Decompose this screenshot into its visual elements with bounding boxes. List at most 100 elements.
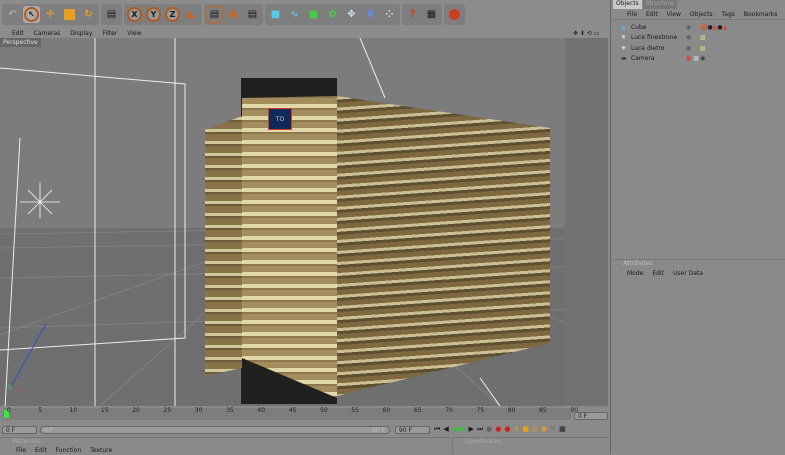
menu-objects[interactable]: Objects [690,11,713,18]
render-picture-viewer-icon[interactable]: ▣ [225,6,242,23]
timeline-tick-label: 5 [38,407,43,414]
light-tag-icon: ▩ [700,34,706,42]
svg-text:X: X [18,388,22,395]
target-marker[interactable]: TO [268,108,292,130]
playback-controls: ⏮ ◀ ◀ ▶ ▶ ⏭ ● ● ● ✛ ■ ◎ ◉ ⁙ ▦ [434,425,566,434]
timeline-tick-label: 15 [100,407,109,414]
cube-icon: ▲ [621,23,626,31]
render-view-icon[interactable]: ▤ [206,6,223,23]
spline-icon[interactable]: ∿ [286,6,303,23]
scale-icon[interactable] [61,6,78,23]
key-position-icon[interactable]: ✛ [514,425,520,434]
viewport-nav-icons[interactable]: ✥ ⬇ ⟲ ▭ [573,30,599,37]
viewport-menu: Edit Cameras Display Filter View ✥ ⬇ ⟲ ▭ [0,29,610,38]
timeline-tick-label: 60 [382,407,391,414]
play-forward-icon[interactable]: ▶ [460,425,465,434]
coordinates-title: Coordinates [452,437,610,454]
layout-icon[interactable]: ▦ [423,6,440,23]
key-rotation-icon[interactable]: ◎ [532,425,538,434]
timeline-tick-label: 65 [413,407,422,414]
viewport-label: Perspective [0,38,41,47]
cinema-logo-icon[interactable] [446,6,463,23]
timeline-tick-label: 30 [194,407,203,414]
materials-title: Materials [12,438,40,445]
autokey-icon[interactable]: ● [504,425,510,434]
recent-objects-icon[interactable]: ▤ [103,6,120,23]
help-icon[interactable]: ? [404,6,421,23]
menu-filter[interactable]: Filter [102,30,117,37]
object-row-cube[interactable]: ▲ Cube ● ⁝ 🟫●▲●▲ [621,22,785,33]
live-selection-icon[interactable]: ↖ [23,6,40,23]
menu-edit[interactable]: Edit [12,30,24,37]
menu-edit[interactable]: Edit [35,447,47,454]
nurbs-icon[interactable]: ■ [305,6,322,23]
menu-file[interactable]: File [627,11,637,18]
menu-cameras[interactable]: Cameras [34,30,61,37]
menu-user-data[interactable]: User Data [673,270,703,277]
range-slider[interactable]: 0 F 90 F [40,426,390,434]
object-list: ▲ Cube ● ⁝ 🟫●▲●▲ ✳ Luce finestrone ● ✓ ▩ ✳ Luce… [611,20,785,64]
light-icon: ✳ [621,34,627,42]
tab-structure[interactable]: Structure [642,0,677,9]
menu-display[interactable]: Display [70,30,92,37]
menu-mode[interactable]: Mode [627,270,643,277]
menu-texture[interactable]: Texture [90,447,112,454]
render-settings-icon[interactable]: ▤ [244,6,261,23]
record-icon[interactable]: ● [495,425,501,434]
array-icon[interactable]: ✿ [324,6,341,23]
next-frame-icon[interactable]: ▶ [468,425,473,434]
y-axis-icon[interactable]: Y [145,6,162,23]
svg-text:Y: Y [7,384,13,392]
attributes-title: Attributes [623,260,653,267]
timeline: 0 5 10 15 20 25 30 35 40 45 50 55 60 65 70 75 80 85 90 0 F… [0,406,610,454]
move-icon[interactable]: ✛ [42,6,59,23]
current-frame-field[interactable]: 0 F [574,412,608,420]
key-param-icon[interactable]: ◉ [541,425,547,434]
timeline-tick-label: 25 [163,407,172,414]
menu-edit[interactable]: Edit [652,270,664,277]
menu-tags[interactable]: Tags [722,11,735,18]
x-axis-icon[interactable]: X [126,6,143,23]
go-to-end-icon[interactable]: ⏭ [477,425,483,434]
timeline-tick-label: 75 [476,407,485,414]
timeline-ruler[interactable]: 0 5 10 15 20 25 30 35 40 45 50 55 60 65 70 75 80 85 90 [3,407,578,420]
prev-frame-icon[interactable]: ◀ [443,425,448,434]
tags: 🟫●▲●▲ [700,23,728,31]
key-pla-icon[interactable]: ⁙ [550,425,556,434]
timeline-tick-label: 50 [320,407,328,414]
object-row-luce-dietro[interactable]: ✳ Luce dietro ● ✓ ▩ [621,43,785,54]
play-backward-icon[interactable]: ◀ [452,425,457,434]
viewport[interactable]: YX Perspective TO [0,38,608,406]
keyframe-icon[interactable]: ● [486,425,492,434]
menu-view[interactable]: View [127,30,141,37]
undo-icon[interactable]: ↶ [4,6,21,23]
menu-bookmarks[interactable]: Bookmarks [744,11,778,18]
timeline-tick-label: 85 [539,407,547,414]
timeline-icon[interactable]: ▦ [559,425,566,434]
z-axis-icon[interactable]: Z [164,6,181,23]
menu-file[interactable]: File [16,447,26,454]
menu-edit[interactable]: Edit [646,11,658,18]
go-to-start-icon[interactable]: ⏮ [434,425,440,434]
menu-view[interactable]: View [667,11,681,18]
object-row-luce-finestrone[interactable]: ✳ Luce finestrone ● ✓ ▩ [621,33,785,44]
cube-icon[interactable]: ■ [267,6,284,23]
object-row-camera[interactable]: ▬ Camera ● ▩ ◉ [621,54,785,65]
rotate-icon[interactable]: ↻ [80,6,97,23]
timeline-tick-label: 40 [257,407,266,414]
camera-scene-icon[interactable]: ⁘ [381,6,398,23]
deformer-icon[interactable]: ✥ [343,6,360,23]
light-tag-icon: ▩ [700,44,706,52]
coordinate-system-icon[interactable]: ◣ [183,6,200,23]
environment-icon[interactable]: ⬮ [362,6,379,23]
end-frame-field[interactable]: 90 F [395,426,430,434]
start-frame-field[interactable]: 0 F [2,426,37,434]
main-toolbar: ↶ ↖ ✛ ↻ ▤ X Y Z ◣ ▤ ▣ ▤ ■ ∿ ■ ✿ ✥ ⬮ ⁘ ? ▦ [0,0,610,29]
timeline-tick-label: 35 [226,407,234,414]
timeline-tick-label: 80 [507,407,516,414]
timeline-tick-label: 45 [288,407,297,414]
key-scale-icon[interactable]: ■ [522,425,529,434]
menu-function[interactable]: Function [56,447,82,454]
tab-objects[interactable]: Objects [613,0,642,9]
light-icon: ✳ [621,44,627,52]
